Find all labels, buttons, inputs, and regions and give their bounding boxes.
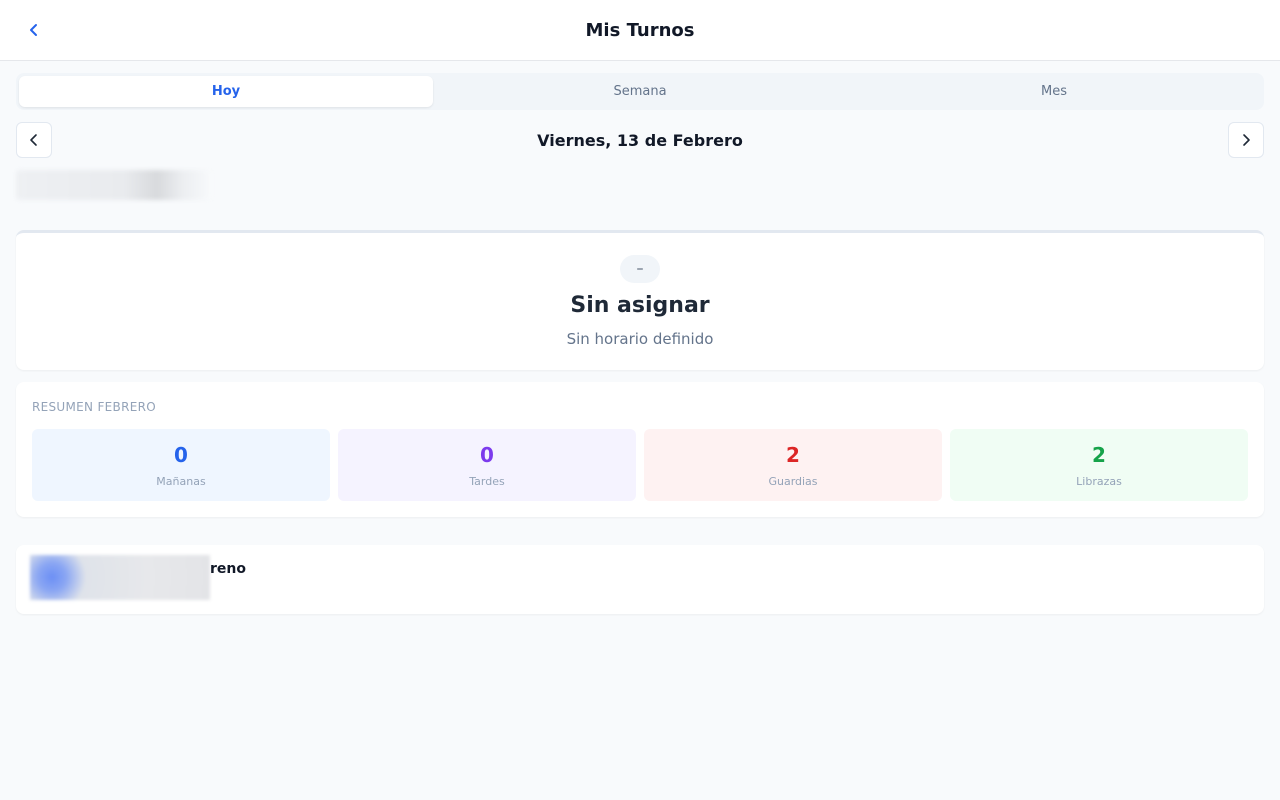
- blurred-content: [16, 170, 212, 200]
- prev-day-button[interactable]: [16, 122, 52, 158]
- stat-value: 0: [480, 443, 494, 467]
- stat-label: Guardias: [768, 475, 818, 488]
- stat-guardias: 2 Guardias: [644, 429, 942, 501]
- chevron-right-icon: [1243, 134, 1250, 146]
- blurred-content: [30, 555, 210, 600]
- shift-subtitle: Sin horario definido: [566, 330, 714, 348]
- bottom-card[interactable]: reno: [16, 545, 1264, 614]
- stat-mananas: 0 Mañanas: [32, 429, 330, 501]
- stat-value: 2: [1092, 443, 1106, 467]
- stat-label: Librazas: [1076, 475, 1122, 488]
- summary-title: RESUMEN FEBRERO: [32, 400, 156, 414]
- stat-tardes: 0 Tardes: [338, 429, 636, 501]
- shift-card: – Sin asignar Sin horario definido: [16, 230, 1264, 370]
- shift-badge: –: [620, 255, 660, 283]
- summary-stats: 0 Mañanas 0 Tardes 2 Guardias 2 Librazas: [32, 429, 1248, 501]
- shift-title: Sin asignar: [570, 293, 710, 318]
- tab-semana[interactable]: Semana: [433, 76, 847, 107]
- tab-hoy[interactable]: Hoy: [19, 76, 433, 107]
- page-title: Mis Turnos: [585, 19, 695, 41]
- bottom-card-text: reno: [210, 561, 246, 577]
- stat-librazas: 2 Librazas: [950, 429, 1248, 501]
- view-tabs: Hoy Semana Mes: [16, 73, 1264, 110]
- stat-label: Mañanas: [156, 475, 206, 488]
- top-bar: Mis Turnos: [0, 0, 1280, 61]
- next-day-button[interactable]: [1228, 122, 1264, 158]
- current-date: Viernes, 13 de Febrero: [537, 130, 743, 150]
- stat-value: 2: [786, 443, 800, 467]
- stat-value: 0: [174, 443, 188, 467]
- tab-mes[interactable]: Mes: [847, 76, 1261, 107]
- summary-card: RESUMEN FEBRERO 0 Mañanas 0 Tardes 2 Gua…: [16, 382, 1264, 517]
- chevron-left-icon: [30, 134, 37, 146]
- stat-label: Tardes: [469, 475, 505, 488]
